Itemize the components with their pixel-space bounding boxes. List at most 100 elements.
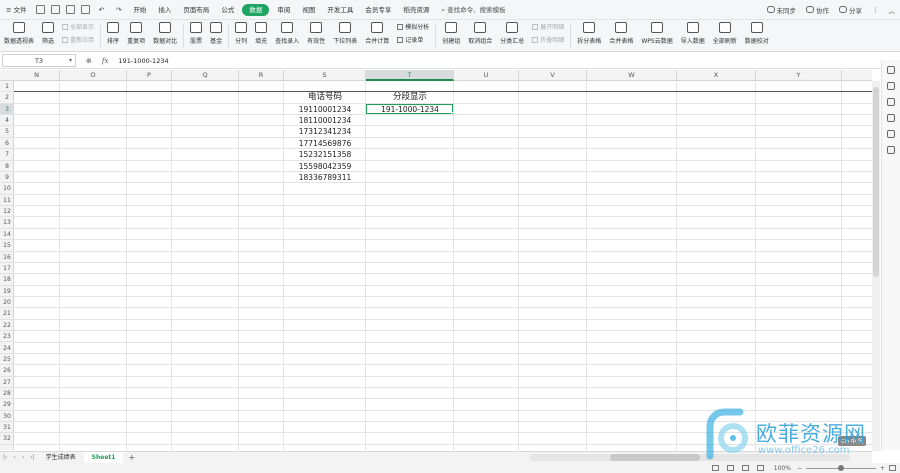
row-header-31[interactable]: 31 <box>0 422 14 434</box>
ungroup-button[interactable]: 取消组合 <box>464 22 496 45</box>
row-header-15[interactable]: 15 <box>0 240 14 252</box>
tab-developer[interactable]: 开发工具 <box>321 0 359 20</box>
data-validate-button[interactable]: 数据校对 <box>741 22 773 45</box>
column-header-N[interactable]: N <box>14 70 60 81</box>
lookup-entry-button[interactable]: 查找录入 <box>271 22 303 45</box>
prev-sheet-icon[interactable]: ‹ <box>10 454 18 461</box>
subtotal-button[interactable]: 分类汇总 <box>496 22 528 45</box>
tab-view[interactable]: 视图 <box>296 0 321 20</box>
collapse-ribbon-icon[interactable]: ︿ <box>884 5 900 15</box>
print-icon[interactable] <box>65 5 75 14</box>
column-header-P[interactable]: P <box>127 70 172 81</box>
row-header-13[interactable]: 13 <box>0 217 14 229</box>
phone-cell[interactable]: 17312341234 <box>284 126 366 137</box>
row-header-5[interactable]: 5 <box>0 126 14 138</box>
column-header-Z[interactable]: Z <box>842 70 872 81</box>
column-header-O[interactable]: O <box>60 70 127 81</box>
row-header-8[interactable]: 8 <box>0 161 14 172</box>
last-sheet-icon[interactable]: ›| <box>27 454 37 461</box>
tab-formula[interactable]: 公式 <box>215 0 240 20</box>
phone-cell[interactable]: 19110001234 <box>284 104 366 115</box>
preview-icon[interactable] <box>80 5 90 14</box>
collapse-detail-button[interactable]: 折叠明细 <box>532 35 564 44</box>
row-header-25[interactable]: 25 <box>0 354 14 366</box>
validity-button[interactable]: 有效性 <box>303 22 329 45</box>
merge-table-button[interactable]: 合并表格 <box>605 22 637 45</box>
column-header-V[interactable]: V <box>519 70 587 81</box>
row-header-27[interactable]: 27 <box>0 377 14 388</box>
zoom-knob[interactable] <box>837 464 844 471</box>
record-form-button[interactable]: 记录单 <box>397 35 429 44</box>
filter-button[interactable]: 筛选 <box>38 22 58 45</box>
phone-cell[interactable]: 15598042359 <box>284 161 366 172</box>
row-header-21[interactable]: 21 <box>0 308 14 320</box>
row-header-2[interactable]: 2 <box>0 92 14 104</box>
hscroll-thumb[interactable] <box>610 454 700 461</box>
wps-cloud-data-button[interactable]: WPS云数据 <box>637 22 676 45</box>
undo-icon[interactable]: ↶ <box>93 0 110 20</box>
cell-area[interactable]: 电话号码 分段显示 191-1000-1234 19110001234 18110… <box>14 81 872 450</box>
zoom-in-icon[interactable]: + <box>880 465 885 472</box>
stock-button[interactable]: 股票 <box>186 22 206 45</box>
fill-button[interactable]: 填充 <box>251 22 271 45</box>
command-search[interactable]: ⌕ 查找命令、搜索模板 <box>435 4 511 15</box>
export-icon[interactable] <box>50 5 60 14</box>
redo-icon[interactable]: ↷ <box>110 0 127 20</box>
reapply-button[interactable]: 重新应用 <box>62 35 94 44</box>
column-header-Y[interactable]: Y <box>756 70 842 81</box>
scroll-thumb[interactable] <box>873 87 879 277</box>
chevron-down-icon[interactable]: ▾ <box>69 57 72 64</box>
dropdown-list-button[interactable]: 下拉列表 <box>329 22 361 45</box>
row-header-10[interactable]: 10 <box>0 183 14 195</box>
formula-input[interactable]: 191-1000-1234 <box>118 57 168 65</box>
tab-docer[interactable]: 稻壳资源 <box>397 0 435 20</box>
input-method-badge[interactable]: CH 中 简 <box>838 436 867 446</box>
row-header-24[interactable]: 24 <box>0 343 14 354</box>
row-header-14[interactable]: 14 <box>0 229 14 241</box>
sheet-tab-students[interactable]: 学生成绩表 <box>38 452 84 463</box>
row-header-4[interactable]: 4 <box>0 115 14 127</box>
fund-button[interactable]: 基金 <box>206 22 226 45</box>
split-column-button[interactable]: 分列 <box>231 22 251 45</box>
horizontal-scrollbar[interactable] <box>530 454 850 461</box>
tab-data[interactable]: 数据 <box>242 3 270 16</box>
column-header-X[interactable]: X <box>677 70 756 81</box>
row-header-18[interactable]: 18 <box>0 274 14 286</box>
row-header-3[interactable]: 3 <box>0 103 14 116</box>
sheet-tab-sheet1[interactable]: Sheet1 <box>83 452 124 463</box>
page-layout-icon[interactable] <box>741 465 749 471</box>
pivot-table-button[interactable]: 数据透视表 <box>0 22 38 45</box>
row-header-11[interactable]: 11 <box>0 195 14 207</box>
select-icon[interactable] <box>887 82 895 90</box>
create-group-button[interactable]: 创建组 <box>438 22 464 45</box>
save-icon[interactable] <box>35 5 45 14</box>
backup-icon[interactable] <box>887 114 895 122</box>
sort-button[interactable]: 排序 <box>103 22 123 45</box>
row-header-32[interactable]: 32 <box>0 433 14 445</box>
page-break-icon[interactable] <box>756 465 764 471</box>
row-header-26[interactable]: 26 <box>0 365 14 377</box>
row-header-16[interactable]: 16 <box>0 252 14 263</box>
simulate-analysis-button[interactable]: 模拟分析 <box>397 22 429 31</box>
file-menu[interactable]: ≡ 文件 <box>0 0 33 20</box>
column-header-R[interactable]: R <box>239 70 284 81</box>
row-header-9[interactable]: 9 <box>0 172 14 184</box>
column-header-U[interactable]: U <box>454 70 519 81</box>
normal-view-icon[interactable] <box>726 465 734 471</box>
zoom-level[interactable]: 100% <box>774 465 791 472</box>
column-header-T[interactable]: T <box>366 70 454 81</box>
row-header-23[interactable]: 23 <box>0 331 14 343</box>
map-pin-icon[interactable] <box>887 146 895 154</box>
next-sheet-icon[interactable]: › <box>19 454 27 461</box>
duplicates-button[interactable]: 重复项 <box>123 22 149 45</box>
column-header-Q[interactable]: Q <box>172 70 239 81</box>
tab-member[interactable]: 会员专享 <box>359 0 397 20</box>
zoom-slider[interactable] <box>805 464 876 471</box>
row-header-30[interactable]: 30 <box>0 411 14 423</box>
consolidate-button[interactable]: 合并计算 <box>361 22 393 45</box>
row-header-19[interactable]: 19 <box>0 286 14 298</box>
import-data-button[interactable]: 导入数据 <box>677 22 709 45</box>
split-table-button[interactable]: 拆分表格 <box>573 22 605 45</box>
tab-insert[interactable]: 插入 <box>152 0 177 20</box>
row-header-28[interactable]: 28 <box>0 388 14 400</box>
